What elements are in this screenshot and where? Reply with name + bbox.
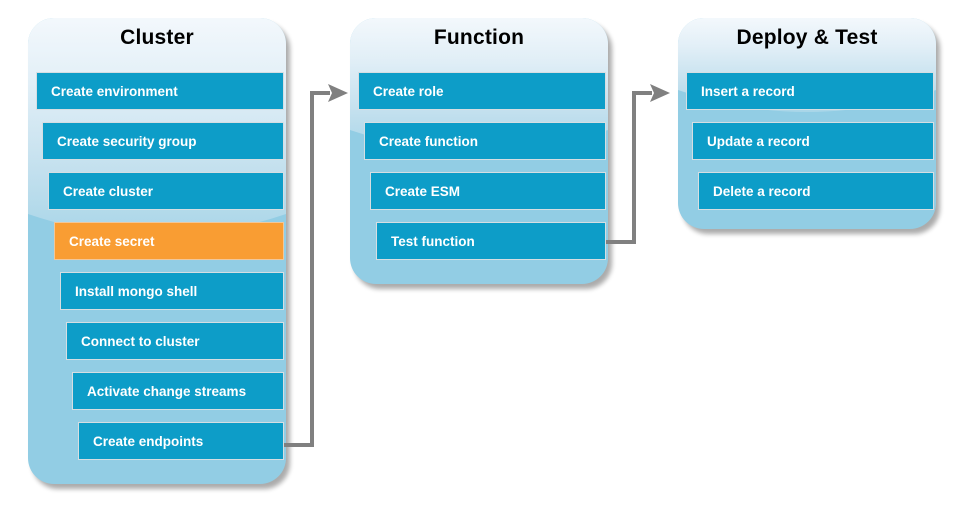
step-activate-change-streams[interactable]: Activate change streams bbox=[72, 372, 284, 410]
step-create-environment[interactable]: Create environment bbox=[36, 72, 284, 110]
step-update-a-record[interactable]: Update a record bbox=[692, 122, 934, 160]
step-insert-a-record[interactable]: Insert a record bbox=[686, 72, 934, 110]
step-label: Create secret bbox=[69, 233, 155, 249]
step-label: Delete a record bbox=[713, 183, 811, 199]
step-label: Create security group bbox=[57, 133, 197, 149]
step-label: Test function bbox=[391, 233, 475, 249]
step-label: Create role bbox=[373, 83, 444, 99]
step-label: Activate change streams bbox=[87, 383, 247, 399]
step-create-role[interactable]: Create role bbox=[358, 72, 606, 110]
step-connect-to-cluster[interactable]: Connect to cluster bbox=[66, 322, 284, 360]
step-create-security-group[interactable]: Create security group bbox=[42, 122, 284, 160]
step-create-function[interactable]: Create function bbox=[364, 122, 606, 160]
step-label: Insert a record bbox=[701, 83, 795, 99]
step-create-secret[interactable]: Create secret bbox=[54, 222, 284, 260]
step-label: Create endpoints bbox=[93, 433, 204, 449]
step-label: Create function bbox=[379, 133, 479, 149]
step-label: Install mongo shell bbox=[75, 283, 198, 299]
step-delete-a-record[interactable]: Delete a record bbox=[698, 172, 934, 210]
step-label: Connect to cluster bbox=[81, 333, 200, 349]
step-label: Create environment bbox=[51, 83, 178, 99]
step-label: Create cluster bbox=[63, 183, 154, 199]
step-install-mongo-shell[interactable]: Install mongo shell bbox=[60, 272, 284, 310]
panel-deploy-test: Deploy & Test Insert a record Update a r… bbox=[678, 18, 936, 229]
panel-title-deploy-test: Deploy & Test bbox=[736, 26, 878, 49]
workflow-diagram: Cluster Create environment Create securi… bbox=[0, 0, 965, 505]
step-create-esm[interactable]: Create ESM bbox=[370, 172, 606, 210]
panel-title-cluster: Cluster bbox=[120, 26, 194, 49]
step-label: Update a record bbox=[707, 133, 810, 149]
panel-cluster: Cluster Create environment Create securi… bbox=[28, 18, 286, 484]
step-create-endpoints[interactable]: Create endpoints bbox=[78, 422, 284, 460]
step-test-function[interactable]: Test function bbox=[376, 222, 606, 260]
panel-title-function: Function bbox=[433, 26, 525, 49]
step-create-cluster[interactable]: Create cluster bbox=[48, 172, 284, 210]
connector-function-to-deploy-test bbox=[592, 80, 692, 260]
step-label: Create ESM bbox=[385, 183, 461, 199]
panel-function: Function Create role Create function Cre… bbox=[350, 18, 608, 284]
